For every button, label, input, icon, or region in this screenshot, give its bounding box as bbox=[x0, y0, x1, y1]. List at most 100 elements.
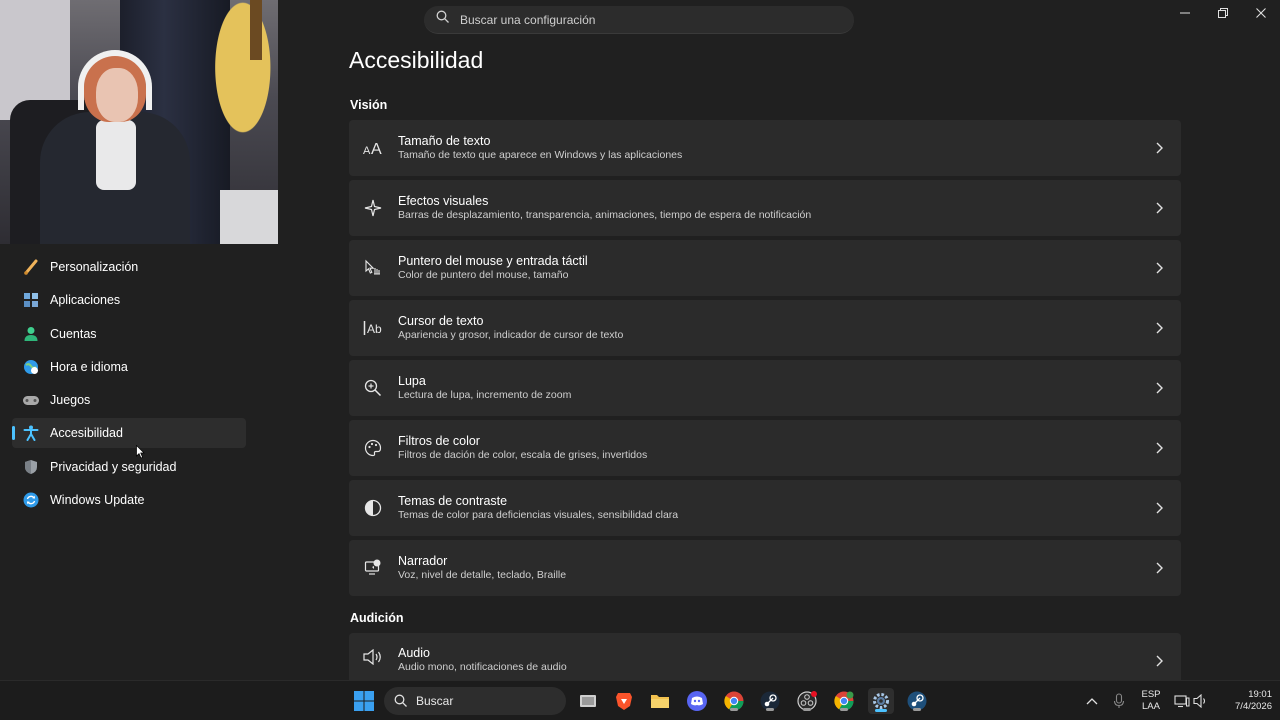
card-subtitle: Filtros de dación de color, escala de gr… bbox=[398, 449, 648, 461]
sidebar-item-hora-idioma[interactable]: Hora e idioma bbox=[12, 352, 246, 382]
chevron-right-icon bbox=[1156, 655, 1163, 667]
running-indicator bbox=[913, 708, 921, 711]
tray-overflow-button[interactable] bbox=[1080, 689, 1104, 713]
card-cursor-texto[interactable]: Ab Cursor de texto Apariencia y grosor, … bbox=[349, 300, 1181, 356]
card-title: Narrador bbox=[398, 554, 448, 568]
start-button[interactable] bbox=[352, 689, 376, 713]
keyboard-layout: LAA bbox=[1142, 701, 1160, 712]
task-view-button[interactable] bbox=[576, 689, 600, 713]
mouse-cursor-icon bbox=[136, 445, 145, 459]
steam-client-button[interactable] bbox=[905, 689, 929, 713]
accessibility-icon bbox=[22, 424, 40, 442]
language-code: ESP bbox=[1141, 689, 1161, 700]
chevron-right-icon bbox=[1156, 562, 1163, 574]
discord-button[interactable] bbox=[685, 689, 709, 713]
card-audio[interactable]: Audio Audio mono, notificaciones de audi… bbox=[349, 633, 1181, 680]
sidebar-item-label: Windows Update bbox=[50, 493, 145, 508]
minimize-button[interactable] bbox=[1166, 0, 1204, 26]
restore-button[interactable] bbox=[1204, 0, 1242, 26]
chevron-up-icon bbox=[1086, 698, 1098, 705]
file-explorer-button[interactable] bbox=[648, 689, 672, 713]
card-title: Cursor de texto bbox=[398, 314, 484, 328]
search-input[interactable]: Buscar una configuración bbox=[424, 6, 854, 34]
settings-window: Buscar una configuración Personalización… bbox=[0, 0, 1280, 680]
volume-button[interactable] bbox=[1189, 689, 1213, 713]
svg-text:A: A bbox=[371, 141, 382, 156]
microphone-button[interactable] bbox=[1107, 689, 1131, 713]
taskbar: Buscar ESP LAA 19:01 7/4/2026 bbox=[0, 680, 1280, 720]
svg-text:Ab: Ab bbox=[367, 322, 382, 336]
card-title: Efectos visuales bbox=[398, 194, 489, 208]
svg-text:A: A bbox=[363, 145, 371, 156]
sidebar-item-cuentas[interactable]: Cuentas bbox=[12, 319, 246, 349]
taskbar-search-label: Buscar bbox=[416, 694, 454, 708]
card-title: Filtros de color bbox=[398, 434, 480, 448]
chevron-right-icon bbox=[1156, 322, 1163, 334]
card-efectos-visuales[interactable]: Efectos visuales Barras de desplazamient… bbox=[349, 180, 1181, 236]
card-puntero-mouse[interactable]: Puntero del mouse y entrada táctil Color… bbox=[349, 240, 1181, 296]
sidebar-item-aplicaciones[interactable]: Aplicaciones bbox=[12, 285, 246, 315]
microphone-icon bbox=[1113, 693, 1125, 708]
card-subtitle: Apariencia y grosor, indicador de cursor… bbox=[398, 329, 624, 341]
speaker-icon bbox=[362, 646, 384, 668]
discord-icon bbox=[687, 691, 707, 711]
card-title: Tamaño de texto bbox=[398, 134, 491, 148]
card-subtitle: Voz, nivel de detalle, teclado, Braille bbox=[398, 569, 567, 581]
obs-button[interactable] bbox=[795, 689, 819, 713]
running-indicator bbox=[766, 708, 774, 711]
sidebar-item-privacidad[interactable]: Privacidad y seguridad bbox=[12, 452, 246, 482]
card-narrador[interactable]: Narrador Voz, nivel de detalle, teclado,… bbox=[349, 540, 1181, 596]
card-subtitle: Temas de color para deficiencias visuale… bbox=[398, 509, 679, 521]
chevron-right-icon bbox=[1156, 202, 1163, 214]
settings-app-button[interactable] bbox=[868, 688, 894, 714]
webcam-overlay bbox=[0, 0, 278, 244]
magnifier-icon bbox=[362, 377, 384, 399]
globe-clock-icon bbox=[22, 358, 40, 376]
taskbar-search[interactable]: Buscar bbox=[384, 687, 566, 715]
network-icon bbox=[1174, 695, 1190, 708]
narrator-icon bbox=[362, 557, 384, 579]
running-indicator bbox=[730, 708, 738, 711]
gamepad-icon bbox=[22, 391, 40, 409]
sidebar-item-accesibilidad[interactable]: Accesibilidad bbox=[12, 418, 246, 449]
input-language-indicator[interactable]: ESP LAA bbox=[1138, 689, 1164, 713]
sparkle-icon bbox=[362, 197, 384, 219]
card-tamano-texto[interactable]: AA Tamaño de texto Tamaño de texto que a… bbox=[349, 120, 1181, 176]
card-subtitle: Color de puntero del mouse, tamaño bbox=[398, 269, 569, 281]
chrome-profile-button[interactable] bbox=[832, 689, 856, 713]
sidebar-item-label: Cuentas bbox=[50, 326, 97, 341]
minimize-icon bbox=[1180, 12, 1190, 14]
steam-button[interactable] bbox=[758, 689, 782, 713]
clock-date: 7/4/2026 bbox=[1235, 701, 1272, 712]
chevron-right-icon bbox=[1156, 382, 1163, 394]
clock[interactable]: 19:01 7/4/2026 bbox=[1214, 689, 1272, 713]
close-button[interactable] bbox=[1242, 0, 1280, 26]
sidebar-item-juegos[interactable]: Juegos bbox=[12, 385, 246, 415]
sidebar-item-windows-update[interactable]: Windows Update bbox=[12, 485, 246, 515]
contrast-icon bbox=[362, 497, 384, 519]
sidebar-item-label: Juegos bbox=[50, 393, 91, 408]
sidebar-item-label: Personalización bbox=[50, 260, 139, 274]
clock-time: 19:01 bbox=[1248, 689, 1272, 700]
restore-icon bbox=[1218, 8, 1228, 18]
chrome-button[interactable] bbox=[722, 689, 746, 713]
card-subtitle: Barras de desplazamiento, transparencia,… bbox=[398, 209, 812, 221]
search-placeholder: Buscar una configuración bbox=[460, 12, 596, 27]
account-icon bbox=[22, 325, 40, 343]
sidebar-item-personalizacion[interactable]: Personalización bbox=[12, 252, 246, 282]
sidebar-item-label: Privacidad y seguridad bbox=[50, 459, 177, 474]
card-lupa[interactable]: Lupa Lectura de lupa, incremento de zoom bbox=[349, 360, 1181, 416]
shield-icon bbox=[22, 458, 40, 476]
card-subtitle: Lectura de lupa, incremento de zoom bbox=[398, 389, 572, 401]
sidebar-item-label: Aplicaciones bbox=[50, 293, 121, 308]
brave-browser-button[interactable] bbox=[612, 689, 636, 713]
card-title: Temas de contraste bbox=[398, 494, 508, 508]
sidebar-item-label: Hora e idioma bbox=[50, 359, 128, 374]
card-subtitle: Audio mono, notificaciones de audio bbox=[398, 660, 567, 673]
palette-icon bbox=[362, 437, 384, 459]
chevron-right-icon bbox=[1156, 502, 1163, 514]
card-temas-contraste[interactable]: Temas de contraste Temas de color para d… bbox=[349, 480, 1181, 536]
section-title-vision: Visión bbox=[350, 98, 388, 112]
card-filtros-color[interactable]: Filtros de color Filtros de dación de co… bbox=[349, 420, 1181, 476]
card-subtitle: Tamaño de texto que aparece en Windows y… bbox=[398, 149, 683, 161]
